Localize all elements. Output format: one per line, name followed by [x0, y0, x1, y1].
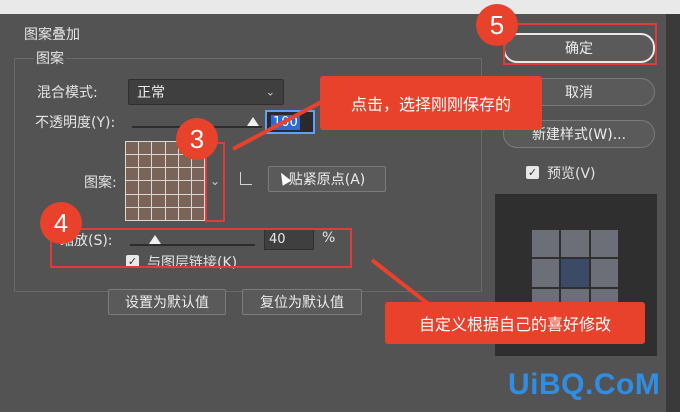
step-badge-5: 5	[476, 4, 518, 46]
section-title: 图案叠加	[24, 27, 80, 43]
callout-pattern: 点击，选择刚刚保存的	[320, 76, 542, 130]
highlight-box-ok	[503, 23, 657, 65]
group-title: 图案	[34, 48, 66, 68]
checkmark-icon: ✓	[527, 166, 538, 179]
blend-mode-value: 正常	[137, 85, 165, 101]
top-bar	[0, 0, 680, 14]
step-badge-4: 4	[40, 202, 82, 244]
slider-thumb-icon[interactable]	[247, 117, 259, 126]
set-default-button[interactable]: 设置为默认值	[108, 289, 226, 315]
pattern-label: 图案:	[84, 175, 117, 191]
preview-label: 预览(V)	[547, 166, 596, 182]
right-scrollbar[interactable]	[666, 14, 680, 412]
watermark-logo: UiBQ.CoM	[508, 368, 661, 401]
opacity-input[interactable]: 100	[265, 110, 315, 134]
blend-mode-select[interactable]: 正常 ⌄	[128, 79, 284, 105]
reset-default-button[interactable]: 复位为默认值	[242, 289, 362, 315]
chevron-down-icon: ⌄	[265, 85, 275, 99]
step-badge-3: 3	[176, 118, 218, 160]
reset-origin-icon[interactable]	[240, 172, 252, 185]
preview-checkbox[interactable]: ✓	[526, 166, 539, 179]
opacity-label: 不透明度(Y):	[35, 115, 116, 131]
highlight-box-scale	[50, 228, 352, 268]
callout-scale: 自定义根据自己的喜好修改	[385, 302, 645, 344]
blend-mode-label: 混合模式:	[37, 85, 98, 101]
